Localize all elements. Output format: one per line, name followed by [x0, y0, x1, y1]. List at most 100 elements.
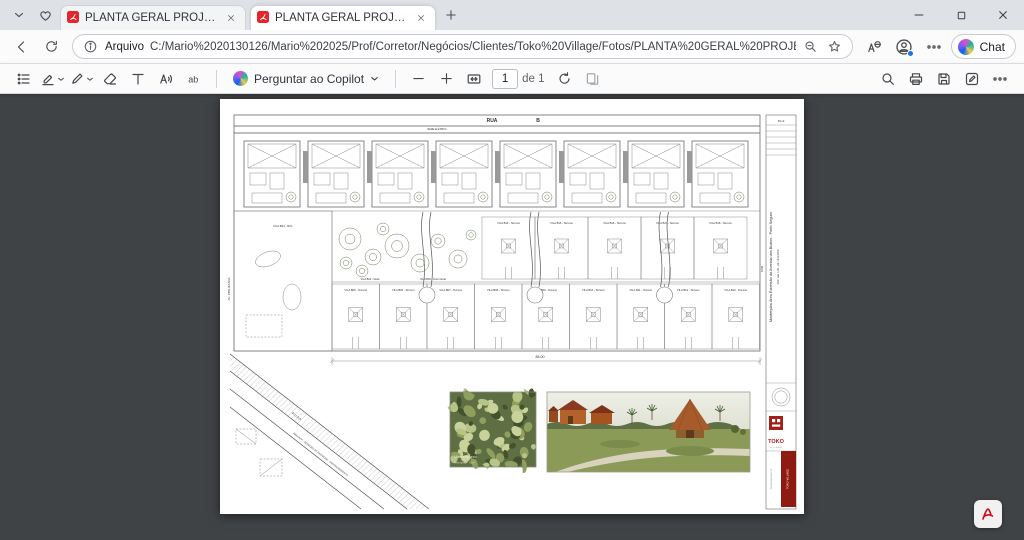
- lot-label: VILA B16 - Terreno: [603, 221, 626, 225]
- more-options-icon[interactable]: [988, 67, 1012, 91]
- plan-label: VILLAGE: [770, 446, 783, 449]
- plan-label: 48.98: [761, 265, 764, 272]
- plan-lots-top: VILA B14 - Terreno VILA B15 - Terreno VILA…: [482, 217, 747, 279]
- plan-houses: [244, 141, 748, 207]
- chevron-down-icon: [57, 75, 65, 83]
- print-icon[interactable]: [904, 67, 928, 91]
- save-icon[interactable]: [932, 67, 956, 91]
- annotate-edit-icon[interactable]: [960, 67, 984, 91]
- lot-label: VILA B12 - Terreno: [677, 288, 700, 292]
- browser-window: PLANTA GERAL PROJETO.pdf PLANTA GERAL PR…: [0, 0, 1024, 540]
- add-text-icon[interactable]: [126, 67, 150, 91]
- plan-trees: [339, 223, 476, 277]
- plan-label: Área tipo 1 - 75m²: [454, 461, 475, 465]
- lot-label: VILA B10 - Terreno: [582, 288, 605, 292]
- syllables-icon[interactable]: ab: [182, 67, 206, 91]
- pdf-page: VILA B14 - Terreno VILA B15 - Terreno VILA…: [220, 99, 804, 514]
- page-number-input[interactable]: [492, 69, 518, 89]
- plan-label: Fls 9: [778, 119, 785, 123]
- chevron-down-icon: [86, 75, 94, 83]
- zoom-out-icon[interactable]: [406, 67, 430, 91]
- navigation-bar: Arquivo C:/Mario%2020130126/Mario%202025…: [0, 30, 1024, 64]
- eraser-icon[interactable]: [98, 67, 122, 91]
- site-plan-drawing: VILA B14 - Terreno VILA B15 - Terreno VILA…: [220, 99, 804, 514]
- tab-search-chevron-icon[interactable]: [6, 2, 32, 28]
- plan-label: EMPREENDIMENTOS: [771, 468, 773, 489]
- svg-text:ab: ab: [188, 74, 198, 84]
- tab-pdf-2-active[interactable]: PLANTA GERAL PROJETO.pdf: [250, 5, 436, 30]
- toolbar-divider: [395, 70, 396, 88]
- rotate-icon[interactable]: [552, 67, 576, 91]
- favorite-star-icon[interactable]: [826, 38, 844, 56]
- copilot-chat-button[interactable]: Chat: [951, 34, 1016, 59]
- find-in-document-icon[interactable]: [876, 67, 900, 91]
- back-button[interactable]: [8, 34, 34, 60]
- plan-label: AV. PROJETADA: [227, 278, 231, 301]
- address-bar[interactable]: Arquivo C:/Mario%2020130126/Mario%202025…: [72, 34, 853, 59]
- adobe-acrobat-icon: [978, 504, 998, 524]
- diagonal-road: [230, 354, 429, 509]
- zoom-in-icon[interactable]: [434, 67, 458, 91]
- url-text: C:/Mario%2020130126/Mario%202025/Prof/Co…: [150, 41, 796, 53]
- plan-label: B: [536, 118, 540, 124]
- chat-label: Chat: [980, 40, 1005, 54]
- copilot-icon: [958, 39, 974, 55]
- tab-label: PLANTA GERAL PROJETO.pdf: [275, 12, 407, 24]
- refresh-button[interactable]: [38, 34, 64, 60]
- toolbar-divider: [216, 70, 217, 88]
- lot-label: VILA B13 - Terreno: [724, 288, 747, 292]
- lot-label: VILA B06 - Terreno: [392, 288, 415, 292]
- lot-label: VILA B18 - Terreno: [709, 221, 732, 225]
- plan-label: VILA B24 - RCL: [273, 224, 293, 228]
- plan-label: TOKO VILLAGE: [786, 469, 790, 489]
- pdf-file-icon: [67, 11, 79, 26]
- pdf-file-icon: [257, 11, 269, 26]
- open-in-acrobat-button[interactable]: [974, 500, 1002, 528]
- ask-copilot-button[interactable]: Perguntar ao Copilot: [225, 67, 387, 91]
- tab-pdf-1[interactable]: PLANTA GERAL PROJETO.pdf: [60, 5, 246, 30]
- tab-close-icon[interactable]: [223, 10, 239, 26]
- tab-label: PLANTA GERAL PROJETO.pdf: [85, 12, 217, 24]
- sync-badge: [907, 50, 914, 57]
- plan-label: VILA B02 - Deck: [360, 277, 380, 281]
- lot-label: VILA B07 - Terreno: [439, 288, 462, 292]
- pdf-viewer-area: VILA B14 - Terreno VILA B15 - Terreno VILA…: [0, 94, 1024, 540]
- read-aloud-icon[interactable]: [154, 67, 178, 91]
- table-of-contents-icon[interactable]: [12, 67, 36, 91]
- tab-close-icon[interactable]: [413, 10, 429, 26]
- translate-icon[interactable]: [861, 34, 887, 60]
- village-render-image: [547, 392, 750, 478]
- url-scheme-label: Arquivo: [105, 41, 144, 53]
- maximize-button[interactable]: [940, 0, 982, 30]
- info-icon[interactable]: [81, 38, 99, 56]
- lot-label: VILA B14 - Terreno: [497, 221, 520, 225]
- browser-essentials-heart-icon[interactable]: [32, 2, 58, 28]
- highlighter-icon[interactable]: [40, 67, 65, 91]
- plan-label: 85.00: [536, 355, 545, 359]
- ask-copilot-label: Perguntar ao Copilot: [254, 72, 364, 86]
- new-tab-icon[interactable]: [438, 2, 464, 28]
- settings-menu-icon[interactable]: [921, 34, 947, 60]
- plan-label: TOKO: [768, 439, 785, 445]
- zoom-indicator-icon[interactable]: [802, 38, 820, 56]
- lot-label: VILA B15 - Terreno: [550, 221, 573, 225]
- dimension-line: [330, 357, 762, 365]
- plan-label: Masterplan Área Extensão da Avenida dos …: [769, 212, 773, 322]
- pen-icon[interactable]: [69, 67, 94, 91]
- plan-lots-bottom: VILA B05 - Terreno VILA B06 - Terreno VILA…: [332, 284, 760, 349]
- profile-avatar[interactable]: [891, 34, 917, 60]
- fit-to-width-icon[interactable]: [462, 67, 486, 91]
- close-button[interactable]: [982, 0, 1024, 30]
- lot-label: VILA B05 - Terreno: [344, 288, 367, 292]
- tab-strip: PLANTA GERAL PROJETO.pdf PLANTA GERAL PR…: [0, 0, 1024, 30]
- lot-label: VILA B11 - Terreno: [630, 288, 653, 292]
- copilot-icon: [233, 71, 248, 86]
- plan-label: REDE ELÉTRICA: [428, 128, 447, 131]
- lot-label: VILA B08 - Terreno: [487, 288, 510, 292]
- minimize-button[interactable]: [898, 0, 940, 30]
- chevron-down-icon: [370, 74, 379, 83]
- plan-label: ESC. vert. 1:25 - val. 13/12/2010: [777, 249, 780, 284]
- page-view-icon[interactable]: [580, 67, 604, 91]
- pdf-toolbar: ab Perguntar ao Copilot de 1: [0, 64, 1024, 94]
- plan-label: RUA: [487, 118, 498, 124]
